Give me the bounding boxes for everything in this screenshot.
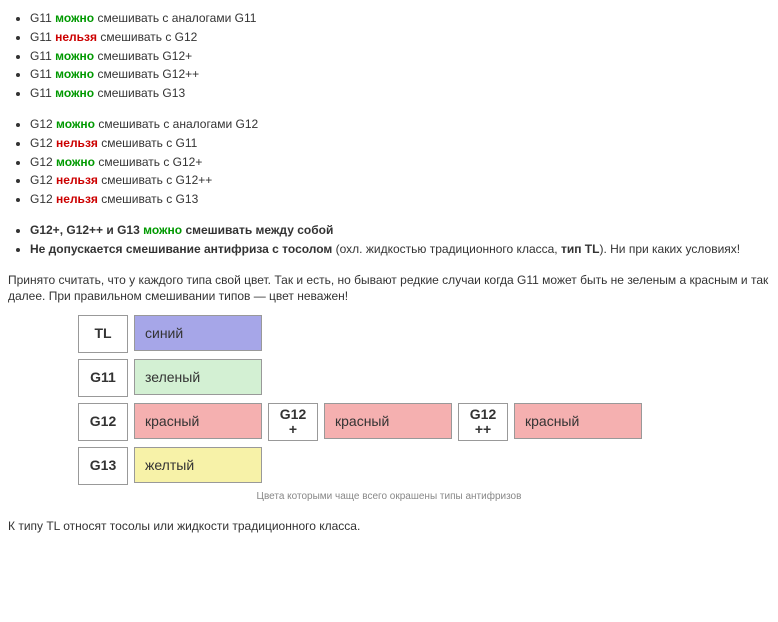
color-swatch: синий (134, 315, 262, 351)
tag-allowed: можно (55, 86, 94, 100)
rule-item: G11 можно смешивать G13 (30, 85, 770, 102)
paragraph-tl-note: К типу TL относят тосолы или жидкости тр… (8, 518, 770, 535)
color-swatch: красный (324, 403, 452, 439)
type-label: G11 (78, 359, 128, 397)
tag-allowed: можно (55, 67, 94, 81)
tag-forbidden: нельзя (55, 30, 97, 44)
rule-item: G12 можно смешивать с G12+ (30, 154, 770, 171)
type-label: G12++ (458, 403, 508, 441)
rule-item: G11 нельзя смешивать с G12 (30, 29, 770, 46)
type-label: TL (78, 315, 128, 353)
rule-item: G12 нельзя смешивать с G11 (30, 135, 770, 152)
type-label: G13 (78, 447, 128, 485)
chart-caption: Цвета которыми чаще всего окрашены типы … (8, 491, 770, 502)
tag-allowed: можно (55, 49, 94, 63)
type-label: G12+ (268, 403, 318, 441)
rules-list-g11: G11 можно смешивать с аналогами G11 G11 н… (8, 10, 770, 102)
color-swatch: желтый (134, 447, 262, 483)
chart-row: G11зеленый (78, 359, 770, 397)
tag-allowed: можно (143, 223, 182, 237)
tag-allowed: можно (55, 11, 94, 25)
chart-row: TLсиний (78, 315, 770, 353)
rule-item: G12 можно смешивать с аналогами G12 (30, 116, 770, 133)
tag-forbidden: нельзя (56, 136, 98, 150)
chart-row: G13желтый (78, 447, 770, 485)
rule-item: G11 можно смешивать G12+ (30, 48, 770, 65)
paragraph-color-note: Принято считать, что у каждого типа свой… (8, 272, 770, 306)
rule-item: G12+, G12++ и G13 можно смешивать между … (30, 222, 770, 239)
tag-allowed: можно (56, 117, 95, 131)
rule-item: G12 нельзя смешивать с G12++ (30, 172, 770, 189)
color-chart: TLсинийG11зеленыйG12красныйG12+красныйG1… (78, 315, 770, 485)
rules-list-summary: G12+, G12++ и G13 можно смешивать между … (8, 222, 770, 258)
rule-item: G12 нельзя смешивать с G13 (30, 191, 770, 208)
color-swatch: зеленый (134, 359, 262, 395)
rule-item: G11 можно смешивать с аналогами G11 (30, 10, 770, 27)
type-label: G12 (78, 403, 128, 441)
rule-item: Не допускается смешивание антифриза с то… (30, 241, 770, 258)
tag-allowed: можно (56, 155, 95, 169)
color-swatch: красный (134, 403, 262, 439)
tag-forbidden: нельзя (56, 192, 98, 206)
rule-item: G11 можно смешивать G12++ (30, 66, 770, 83)
chart-row: G12красныйG12+красныйG12++красный (78, 403, 770, 441)
rules-list-g12: G12 можно смешивать с аналогами G12 G12 н… (8, 116, 770, 208)
color-swatch: красный (514, 403, 642, 439)
tag-forbidden: нельзя (56, 173, 98, 187)
